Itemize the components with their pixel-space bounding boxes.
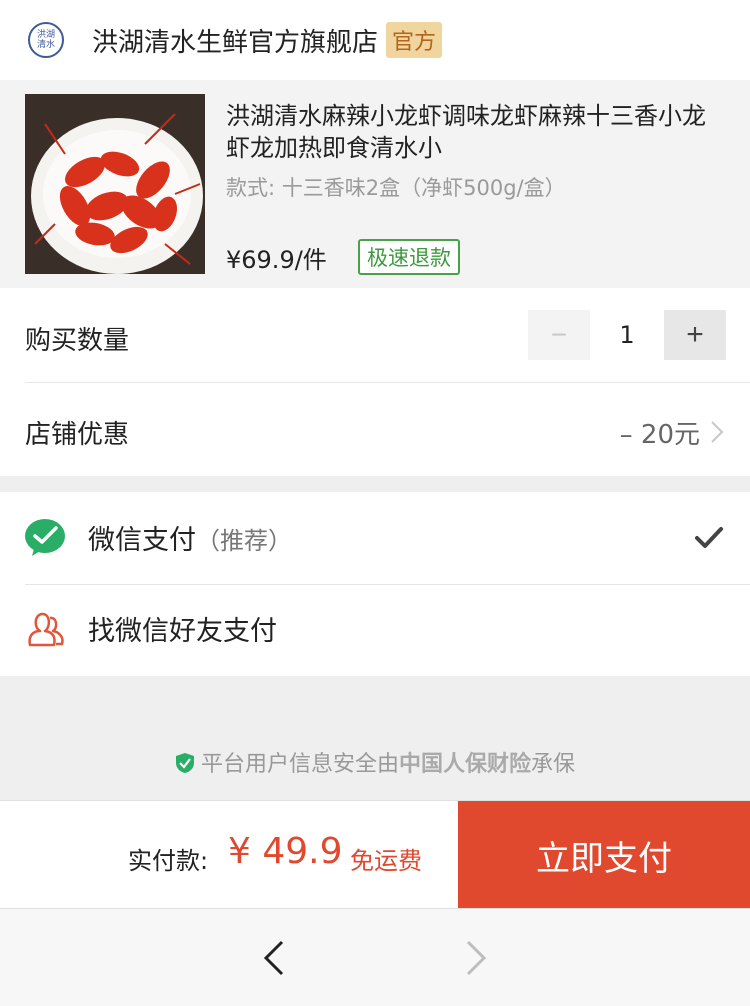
official-badge: 官方 xyxy=(386,22,443,58)
security-suffix: 承保 xyxy=(531,752,576,777)
security-prefix: 平台用户信息安全由 xyxy=(200,752,399,777)
quantity-minus-button[interactable]: − xyxy=(528,310,590,360)
shield-icon xyxy=(175,753,194,773)
insurer-name: 中国人保财险 xyxy=(398,752,531,777)
security-note: 平台用户信息安全由中国人保财险承保 xyxy=(0,746,750,778)
quantity-value[interactable]: 1 xyxy=(596,310,658,360)
order-options: 购买数量 − 1 + 店铺优惠 – 20元 xyxy=(0,288,750,476)
divider xyxy=(25,382,750,383)
free-shipping-label: 免运费 xyxy=(350,847,422,875)
product-spec: 款式: 十三香味2盒（净虾500g/盒） xyxy=(226,176,566,200)
product-price: ¥69.9/件 xyxy=(226,246,327,274)
store-logo: 洪湖 清水 xyxy=(28,22,64,58)
store-name[interactable]: 洪湖清水生鲜官方旗舰店 xyxy=(92,22,378,59)
check-icon xyxy=(695,527,723,548)
wechat-pay-icon xyxy=(25,519,65,556)
discount-label: 店铺优惠 xyxy=(25,420,130,450)
divider xyxy=(25,584,750,585)
store-header[interactable]: 洪湖 清水 洪湖清水生鲜官方旗舰店 官方 xyxy=(0,0,750,80)
friend-pay-label: 找微信好友支付 xyxy=(88,616,277,647)
store-logo-text: 洪湖 清水 xyxy=(36,30,55,50)
wechat-pay-label: 微信支付（推荐） xyxy=(88,518,292,557)
pay-now-button[interactable]: 立即支付 xyxy=(458,801,750,909)
product-title: 洪湖清水麻辣小龙虾调味龙虾麻辣十三香小龙虾龙加热即食清水小 xyxy=(226,102,706,162)
product-image xyxy=(25,94,205,274)
forward-icon[interactable] xyxy=(462,939,490,977)
friends-icon xyxy=(28,612,64,647)
refund-badge: 极速退款 xyxy=(358,239,460,275)
discount-value: – 20元 xyxy=(619,420,700,450)
recommend-tag: （推荐） xyxy=(196,527,292,555)
payment-methods: 微信支付（推荐） 找微信好友支付 xyxy=(0,492,750,676)
chevron-right-icon xyxy=(711,421,724,443)
total-amount: ¥ 49.9 xyxy=(228,831,343,872)
product-card[interactable]: 洪湖清水麻辣小龙虾调味龙虾麻辣十三香小龙虾龙加热即食清水小 款式: 十三香味2盒… xyxy=(0,80,750,288)
browser-nav-bar xyxy=(0,908,750,1006)
back-icon[interactable] xyxy=(260,939,288,977)
checkout-bar: 实付款: ¥ 49.9 免运费 立即支付 xyxy=(0,800,750,909)
wechat-pay-text: 微信支付 xyxy=(88,525,196,556)
total-label: 实付款: xyxy=(128,847,209,875)
quantity-label: 购买数量 xyxy=(25,326,130,356)
quantity-plus-button[interactable]: + xyxy=(664,310,726,360)
